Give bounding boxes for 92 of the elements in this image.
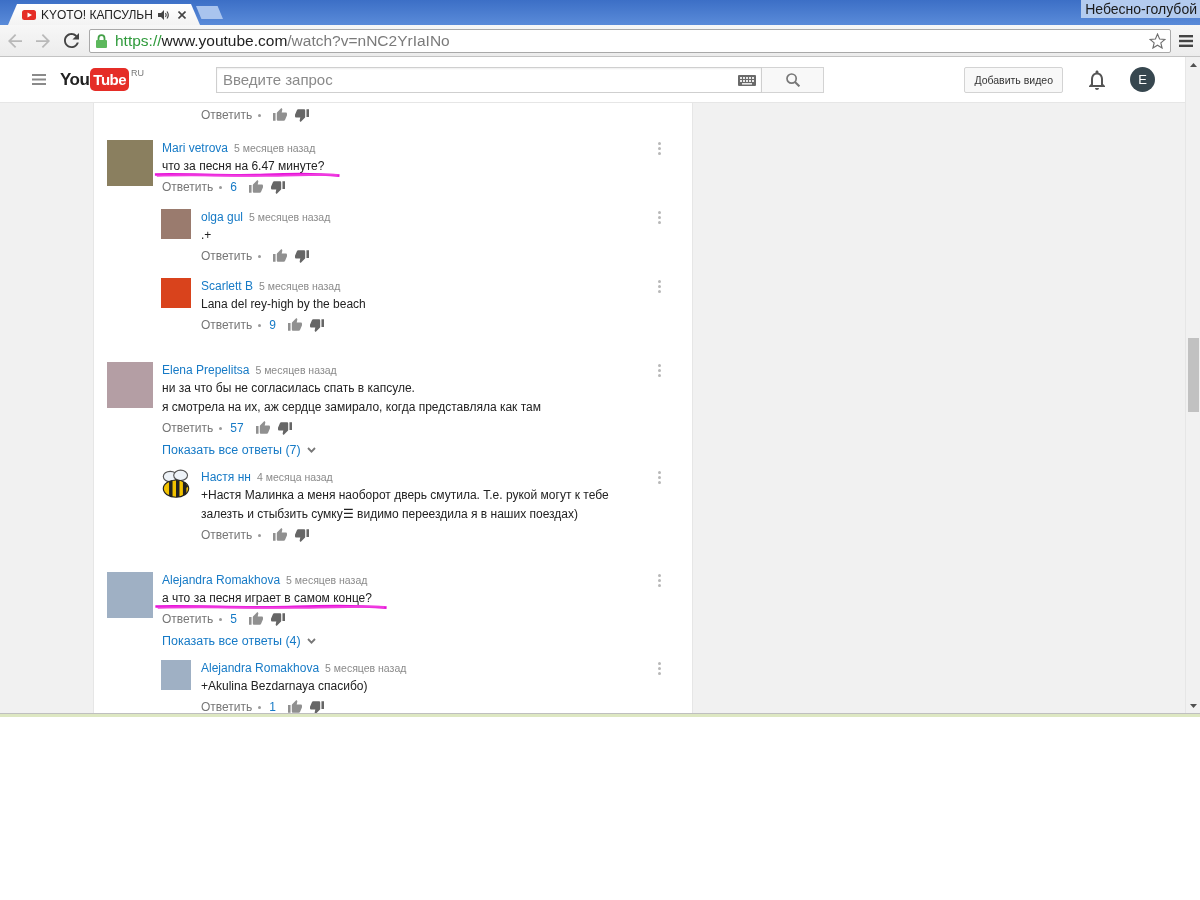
search-button[interactable] (762, 66, 824, 93)
bell-icon[interactable] (1089, 69, 1105, 90)
thumbs-down-icon[interactable] (277, 421, 292, 435)
comment-text: Lana del rey-high by the beach (201, 297, 366, 311)
comment-time: 5 месяцев назад (286, 574, 368, 586)
like-count: 6 (230, 180, 237, 194)
more-icon[interactable] (658, 210, 661, 224)
search-field[interactable]: Введите запрос (216, 66, 762, 93)
thumbs-down-icon[interactable] (310, 700, 324, 713)
thumbs-up-icon[interactable] (249, 612, 263, 626)
bullet-icon (258, 533, 262, 537)
comment-text: +Akulina Bezdarnaya спасибо) (201, 679, 368, 693)
chevron-down-icon (306, 447, 316, 453)
thumbs-down-icon[interactable] (310, 318, 324, 332)
bullet-icon (258, 323, 262, 327)
like-count: 57 (230, 421, 244, 435)
bullet-icon (219, 185, 223, 189)
keyboard-icon[interactable] (738, 74, 756, 86)
site-logo[interactable]: You Tube RU (60, 68, 145, 91)
thumbs-down-icon[interactable] (271, 612, 285, 626)
comment-time: 4 месяца назад (256, 471, 333, 483)
reply-link[interactable]: Ответить (201, 108, 253, 122)
upload-button[interactable]: Добавить видео (964, 66, 1063, 93)
play-icon (22, 9, 36, 20)
scroll-down-icon[interactable] (1189, 704, 1197, 708)
reply-link[interactable]: Ответить (162, 421, 214, 435)
bullet-icon (258, 705, 262, 709)
reply-link[interactable]: Ответить (162, 612, 214, 626)
reply-link[interactable]: Ответить (162, 180, 214, 194)
thumbs-up-icon[interactable] (249, 180, 263, 194)
more-icon[interactable] (658, 661, 661, 675)
star-icon[interactable] (1149, 32, 1166, 49)
reload-icon[interactable] (64, 33, 79, 48)
like-count: 5 (230, 612, 237, 626)
comment-text: .+ (201, 228, 212, 242)
thumbs-up-icon[interactable] (273, 108, 288, 122)
author-name[interactable]: Elena Prepelitsa (162, 363, 250, 377)
like-count: 9 (269, 318, 276, 332)
author-name[interactable]: Настя нн (201, 470, 251, 484)
more-icon[interactable] (658, 363, 661, 377)
comment-text: ни за что бы не согласилась спать в капсуле. я смотрела на их, аж сердце замирало, когда представляла как там (162, 381, 541, 414)
scroll-up-icon[interactable] (1189, 63, 1197, 67)
thumbs-down-icon[interactable] (295, 528, 310, 542)
thumbs-down-icon[interactable] (295, 249, 310, 263)
more-icon[interactable] (658, 470, 661, 484)
comment-time: 5 месяцев назад (255, 364, 337, 376)
comment-text: +Настя Малинка а меня наоборот дверь смутила. Т.е. рукой могут к тебе залезть и стыбзить сумку☰ видимо переездила я в наших поездах) (201, 488, 609, 521)
comment-text: что за песня на 6.47 минуте? (162, 159, 325, 173)
bee-icon[interactable] (161, 469, 191, 499)
show-replies-link[interactable]: Показать все ответы (4) (162, 632, 316, 650)
author-name[interactable]: Alejandra Romakhova (162, 573, 281, 587)
thumbs-up-icon[interactable] (255, 421, 270, 435)
like-count: 1 (269, 700, 276, 713)
speaker-icon[interactable] (158, 9, 169, 20)
account-avatar[interactable]: E (1130, 67, 1155, 92)
reply-link[interactable]: Ответить (201, 700, 253, 713)
bullet-icon (258, 254, 262, 258)
comment-time: 5 месяцев назад (234, 142, 316, 154)
bullet-icon (219, 426, 223, 430)
author-name[interactable]: Scarlett B (201, 279, 254, 293)
show-replies-link[interactable]: Показать все ответы (7) (162, 441, 316, 459)
author-name[interactable]: olga gul (201, 210, 244, 224)
theme-tooltip: Небесно-голубой (1081, 0, 1200, 18)
scrollbar-thumb[interactable] (1187, 338, 1199, 412)
bullet-icon (219, 617, 223, 621)
comment-time: 5 месяцев назад (325, 662, 407, 674)
address-bar[interactable]: https://www.youtube.com/watch?v=nNC2YrIaINo (89, 28, 1171, 53)
thumbs-up-icon[interactable] (288, 700, 302, 713)
author-name[interactable]: Alejandra Romakhova (201, 661, 320, 675)
thumbs-up-icon[interactable] (273, 249, 288, 263)
browser-tab[interactable]: KYOTO! КАПСУЛЬН (8, 4, 200, 25)
thumbs-up-icon[interactable] (273, 528, 288, 542)
thumbs-down-icon[interactable] (271, 180, 285, 194)
chevron-down-icon (306, 638, 316, 644)
reply-link[interactable]: Ответить (201, 318, 253, 332)
reply-link[interactable]: Ответить (201, 249, 253, 263)
bullet-icon (258, 113, 262, 117)
thumbs-up-icon[interactable] (288, 318, 302, 332)
menu-icon[interactable] (1179, 34, 1193, 47)
comment-text: а что за песня играет в самом конце? (162, 591, 372, 605)
new-tab-button[interactable] (196, 6, 223, 19)
more-icon[interactable] (658, 573, 661, 587)
close-icon[interactable] (178, 10, 186, 19)
more-icon[interactable] (658, 141, 661, 155)
comment-time: 5 месяцев назад (259, 280, 341, 292)
scrollbar[interactable] (1185, 57, 1200, 713)
reply-link[interactable]: Ответить (201, 528, 253, 542)
author-name[interactable]: Mari vetrova (162, 141, 229, 155)
thumbs-down-icon[interactable] (295, 108, 310, 122)
comment-time: 5 месяцев назад (249, 211, 331, 223)
more-icon[interactable] (658, 279, 661, 293)
search-icon (785, 72, 800, 87)
